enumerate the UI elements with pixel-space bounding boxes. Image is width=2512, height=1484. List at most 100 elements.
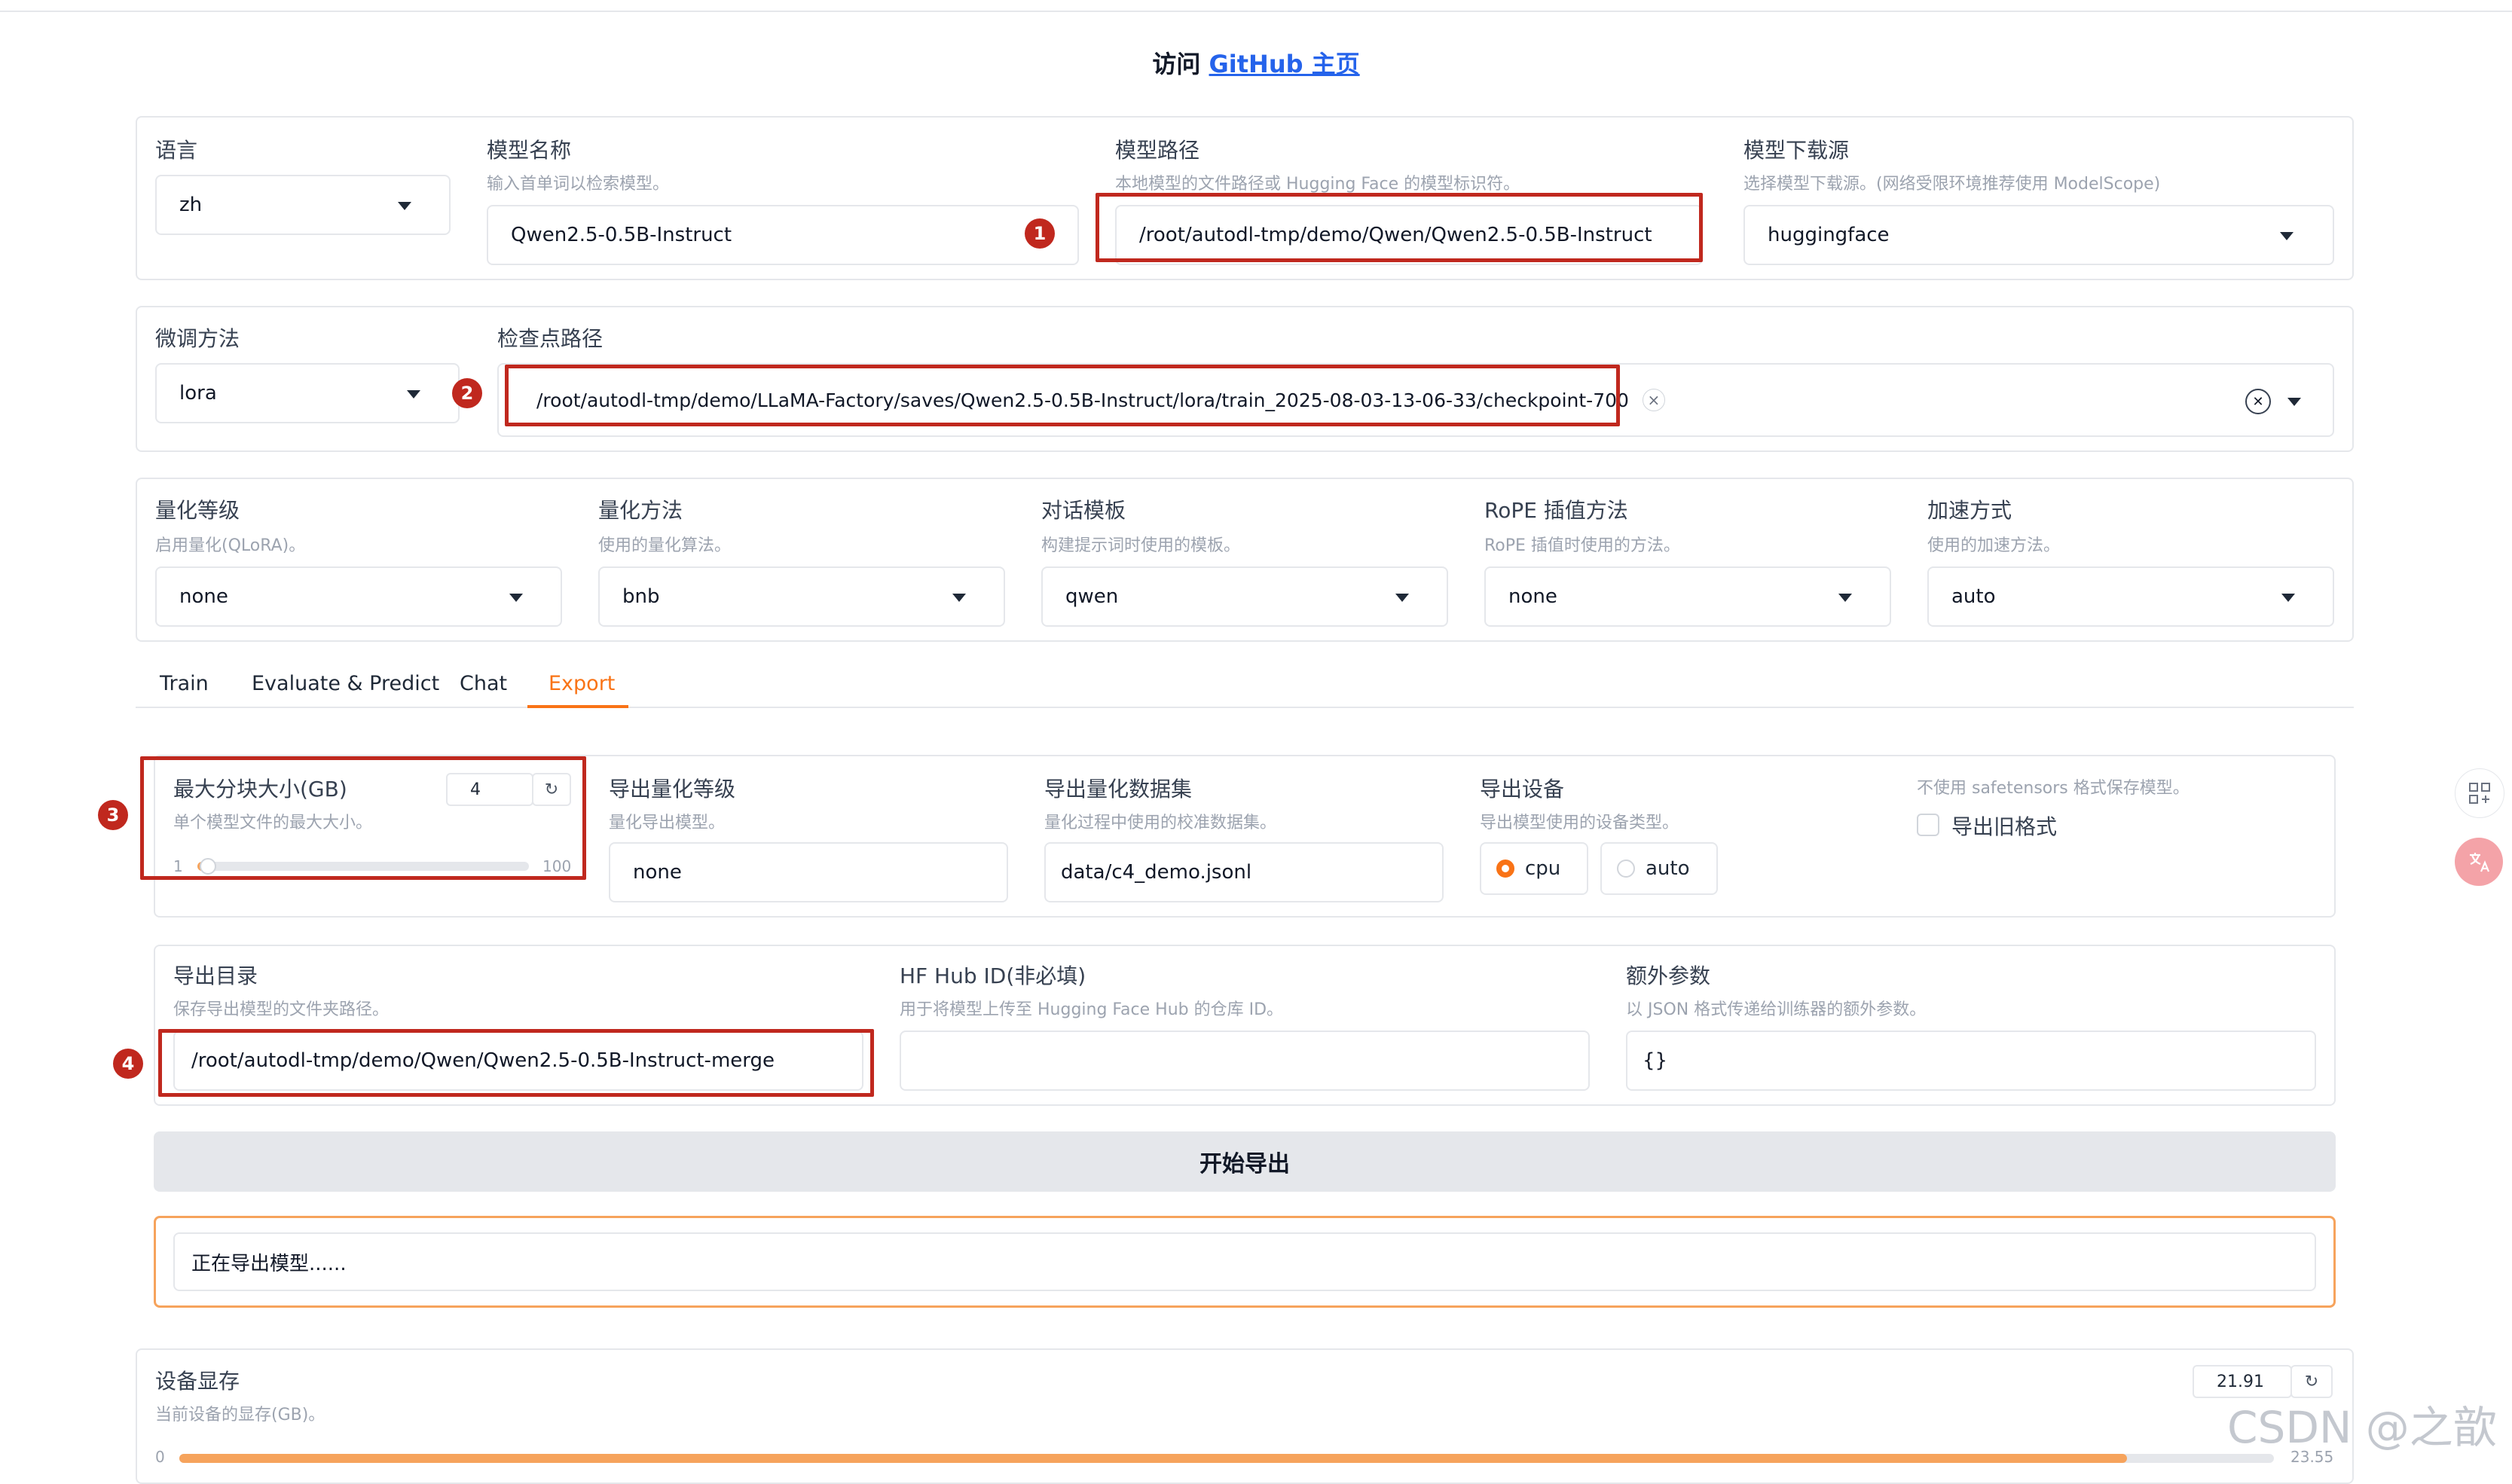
gpu-memory-card [136,1348,2354,1484]
device-option-cpu: cpu [1525,857,1561,880]
booster-value: auto [1951,585,1996,608]
active-tab-indicator [527,705,628,708]
booster-label: 加速方式 [1927,498,2012,523]
checkpoint-path-label: 检查点路径 [497,326,604,351]
gpu-memory-fill [179,1454,2128,1463]
booster-dropdown[interactable]: auto [1927,566,2334,627]
tab-export[interactable]: Export [549,672,615,695]
export-quant-dataset-info: 量化过程中使用的校准数据集。 [1044,814,1277,832]
start-export-button[interactable]: 开始导出 [154,1131,2336,1192]
template-value: qwen [1065,585,1119,608]
template-info: 构建提示词时使用的模板。 [1041,536,1241,555]
quant-method-label: 量化方法 [598,498,683,523]
annotation-box-shard-size [140,756,586,880]
chevron-down-icon[interactable] [2287,398,2301,406]
model-hub-label: 模型下载源 [1743,138,1850,163]
annotation-badge-4: 4 [113,1049,143,1079]
export-dir-label: 导出目录 [173,963,258,988]
annotation-box-checkpoint [505,365,1620,426]
github-link[interactable]: GitHub 主页 [1209,50,1360,78]
booster-info: 使用的加速方法。 [1927,536,2061,555]
extra-args-value: {} [1643,1049,1668,1072]
quant-method-dropdown[interactable]: bnb [598,566,1005,627]
annotation-badge-3: 3 [98,800,128,830]
extra-args-info: 以 JSON 格式传递给训练器的额外参数。 [1626,1000,1927,1019]
template-dropdown[interactable]: qwen [1041,566,1448,627]
radio-unselected-icon [1617,860,1635,878]
tab-evaluate-predict[interactable]: Evaluate & Predict [252,672,439,695]
export-device-info: 导出模型使用的设备类型。 [1480,814,1679,832]
header-prefix: 访问 [1152,50,1201,78]
tab-train[interactable]: Train [160,672,209,695]
clear-icon[interactable]: ✕ [2245,389,2271,414]
export-quant-bit-input[interactable]: none [609,842,1008,902]
chevron-down-icon [398,202,411,210]
export-quant-dataset-value: data/c4_demo.jsonl [1061,861,1252,884]
chevron-down-icon [2280,232,2293,240]
export-output-text: 正在导出模型...... [173,1232,2316,1291]
rope-dropdown[interactable]: none [1484,566,1891,627]
remove-tag-icon[interactable]: × [1642,389,1665,411]
translate-icon[interactable] [2455,838,2503,886]
annotation-box-export-dir [158,1029,874,1097]
export-legacy-label: 导出旧格式 [1951,814,2058,839]
quant-bit-value: none [179,585,228,608]
language-label: 语言 [155,138,198,163]
hub-id-info: 用于将模型上传至 Hugging Face Hub 的仓库 ID。 [900,1000,1284,1019]
quant-bit-dropdown[interactable]: none [155,566,562,627]
page-header: 访问 GitHub 主页 [0,45,2512,80]
export-quant-dataset-input[interactable]: data/c4_demo.jsonl [1044,842,1444,902]
export-legacy-info: 不使用 safetensors 格式保存模型。 [1917,779,2190,798]
app-grid-icon[interactable] [2455,768,2504,818]
watermark: CSDN @之歆 [2227,1402,2497,1453]
finetune-method-dropdown[interactable]: lora [155,363,460,423]
finetune-method-label: 微调方法 [155,326,240,351]
chevron-down-icon [952,594,966,602]
gpu-memory-info: 当前设备的显存(GB)。 [155,1406,325,1424]
extra-args-input[interactable]: {} [1626,1031,2316,1091]
annotation-box-model-path [1096,193,1703,262]
export-quant-bit-value: none [633,861,682,884]
extra-args-label: 额外参数 [1626,963,1711,988]
annotation-badge-2: 2 [452,378,482,408]
radio-selected-icon [1496,860,1514,878]
device-option-auto: auto [1646,857,1690,880]
model-path-label: 模型路径 [1115,138,1200,163]
model-name-label: 模型名称 [487,138,572,163]
model-name-info: 输入首单词以检索模型。 [487,175,670,194]
language-dropdown[interactable]: zh [155,175,451,235]
hub-id-input[interactable] [900,1031,1590,1091]
chevron-down-icon [407,390,420,398]
device-radio-cpu[interactable]: cpu [1480,842,1588,895]
hub-id-label: HF Hub ID(非必填) [900,963,1086,988]
rope-value: none [1508,585,1557,608]
export-dir-info: 保存导出模型的文件夹路径。 [173,1000,390,1019]
tabs-divider [136,707,2354,708]
model-hub-info: 选择模型下载源。(网络受限环境推荐使用 ModelScope) [1743,175,2161,194]
rope-info: RoPE 插值时使用的方法。 [1484,536,1680,555]
model-hub-value: huggingface [1768,224,1890,246]
tab-chat[interactable]: Chat [460,672,507,695]
model-name-value: Qwen2.5-0.5B-Instruct [511,224,732,246]
model-hub-dropdown[interactable]: huggingface [1743,205,2334,265]
chevron-down-icon [509,594,523,602]
gpu-memory-min: 0 [155,1448,165,1466]
export-legacy-checkbox[interactable] [1917,814,1939,836]
language-value: zh [179,194,203,216]
template-label: 对话模板 [1041,498,1126,523]
quant-bit-label: 量化等级 [155,498,240,523]
model-name-input[interactable]: Qwen2.5-0.5B-Instruct [487,205,1079,265]
export-device-label: 导出设备 [1480,777,1565,802]
top-divider [0,11,2512,12]
finetune-method-value: lora [179,382,217,405]
export-quant-dataset-label: 导出量化数据集 [1044,777,1193,802]
export-output-value: 正在导出模型...... [191,1252,347,1275]
chevron-down-icon [2281,594,2295,602]
model-path-info: 本地模型的文件路径或 Hugging Face 的模型标识符。 [1115,175,1520,194]
quant-bit-info: 启用量化(QLoRA)。 [155,536,306,555]
gpu-memory-label: 设备显存 [155,1369,240,1394]
quant-method-value: bnb [622,585,660,608]
device-radio-auto[interactable]: auto [1600,842,1718,895]
chevron-down-icon [1395,594,1409,602]
annotation-badge-1: 1 [1025,218,1055,249]
